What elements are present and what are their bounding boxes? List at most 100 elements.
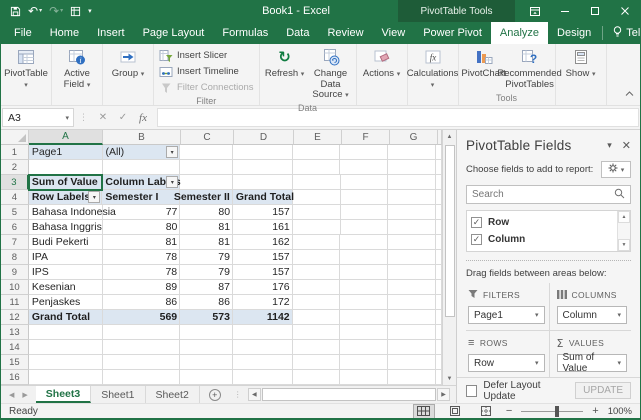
row-header-16[interactable]: 16	[1, 370, 29, 385]
area-chip-sum-of-value[interactable]: Sum of Value ▾	[556, 352, 627, 374]
save-icon[interactable]	[10, 6, 21, 17]
row-header-11[interactable]: 11	[1, 295, 29, 310]
customize-quick-access-icon[interactable]: ▾	[88, 8, 92, 15]
cell-F6[interactable]	[340, 220, 389, 235]
ribbon-button-pivottable[interactable]: PivotTable ▾	[3, 46, 49, 91]
cell-C9[interactable]: 79	[180, 265, 233, 280]
search-field[interactable]	[466, 185, 631, 204]
cell-A16[interactable]	[28, 370, 103, 385]
cell-D6[interactable]: 161	[233, 220, 293, 235]
area-chip-column[interactable]: Column ▾	[556, 306, 627, 324]
cell-C15[interactable]	[180, 355, 233, 370]
cell-B2[interactable]	[102, 160, 181, 175]
scroll-down-icon[interactable]: ▼	[443, 372, 456, 385]
cell-D8[interactable]: 157	[232, 250, 293, 265]
vertical-scrollbar[interactable]: ▲ ▼	[442, 130, 456, 385]
sheet-tab-sheet1[interactable]: Sheet1	[91, 386, 146, 403]
field-checkbox-column[interactable]: ✓	[471, 234, 482, 245]
tools-gear-button[interactable]: ▾	[601, 161, 631, 178]
cell-F10[interactable]	[340, 280, 389, 295]
vertical-scrollbar-thumb[interactable]	[444, 145, 455, 317]
ribbon-tab-analyze[interactable]: Analyze	[490, 22, 549, 44]
cell-filter-dropdown-icon[interactable]: ▾	[166, 176, 179, 188]
ribbon-tab-review[interactable]: Review	[318, 22, 372, 44]
ribbon-display-options-button[interactable]	[520, 0, 550, 22]
redo-icon[interactable]: ↷ ▾	[49, 5, 63, 17]
scroll-up-icon[interactable]: ▲	[443, 130, 456, 143]
row-header-13[interactable]: 13	[1, 325, 29, 340]
page-break-preview-button[interactable]	[475, 404, 497, 419]
ribbon-tab-insert[interactable]: Insert	[88, 22, 134, 44]
maximize-button[interactable]	[580, 0, 610, 22]
sheet-tab-sheet2[interactable]: Sheet2	[146, 386, 200, 403]
cell-B11[interactable]: 86	[102, 295, 181, 310]
cell-B9[interactable]: 78	[102, 265, 181, 280]
cell-G12[interactable]	[388, 310, 436, 325]
new-sheet-button[interactable]: +	[200, 386, 230, 403]
cell-B1[interactable]: (All) ▾	[102, 145, 181, 160]
cell-G9[interactable]	[388, 265, 436, 280]
insert-function-button[interactable]: fx	[133, 112, 153, 124]
sheet-nav-right-icon[interactable]: ▶	[22, 391, 27, 399]
cell-D13[interactable]	[232, 325, 293, 340]
cell-A11[interactable]: Penjaskes	[28, 295, 103, 310]
ribbon-button-group[interactable]: Group ▾	[105, 46, 151, 81]
cell-E7[interactable]	[292, 235, 341, 250]
cell-C5[interactable]: 80	[180, 205, 234, 220]
ribbon-tab-formulas[interactable]: Formulas	[213, 22, 277, 44]
cell-F13[interactable]	[340, 325, 389, 340]
row-header-12[interactable]: 12	[1, 310, 29, 325]
field-item-row[interactable]: ✓ Row	[471, 214, 617, 231]
cell-A3[interactable]: Sum of Value	[27, 174, 104, 191]
row-header-4[interactable]: 4	[1, 190, 29, 205]
cell-D1[interactable]	[232, 145, 293, 160]
cell-E15[interactable]	[292, 355, 341, 370]
zoom-slider[interactable]	[521, 405, 584, 417]
zoom-in-button[interactable]: +	[592, 405, 598, 417]
close-button[interactable]	[610, 0, 640, 22]
tell-me-button[interactable]: Tell me...	[605, 22, 640, 44]
cell-B10[interactable]: 89	[102, 280, 181, 295]
cell-A1[interactable]: Page1	[28, 145, 103, 160]
ribbon-button-actions[interactable]: Actions ▾	[359, 46, 405, 81]
row-header-14[interactable]: 14	[1, 340, 29, 355]
sheet-tab-sheet3[interactable]: Sheet3	[35, 386, 92, 403]
cell-D4[interactable]: Grand Total	[232, 190, 294, 205]
ribbon-button-recommended-pivottables[interactable]: ? Recommended PivotTables	[497, 46, 562, 90]
cell-filter-dropdown-icon[interactable]: ▾	[88, 191, 101, 203]
cell-C10[interactable]: 87	[180, 280, 233, 295]
ribbon-tab-page-layout[interactable]: Page Layout	[134, 22, 214, 44]
cell-D15[interactable]	[232, 355, 293, 370]
column-header-d[interactable]: D	[234, 130, 294, 145]
cell-G6[interactable]	[388, 220, 437, 235]
ribbon-button-calculations[interactable]: fx Calculations ▾	[407, 46, 458, 91]
cell-B6[interactable]: 80	[102, 220, 181, 235]
cell-A2[interactable]	[28, 160, 103, 175]
cell-A9[interactable]: IPS	[28, 265, 103, 280]
cell-B16[interactable]	[102, 370, 181, 385]
cell-A5[interactable]: Bahasa Indonesia	[28, 205, 116, 220]
cell-A13[interactable]	[28, 325, 103, 340]
column-header-e[interactable]: E	[294, 130, 342, 145]
row-header-10[interactable]: 10	[1, 280, 29, 295]
cell-D12[interactable]: 1142	[232, 310, 293, 325]
name-box[interactable]: A3 ▾	[2, 108, 74, 127]
ribbon-button-show[interactable]: Show ▾	[558, 46, 604, 81]
cell-G11[interactable]	[388, 295, 436, 310]
cell-G4[interactable]	[388, 190, 437, 205]
cell-F9[interactable]	[340, 265, 389, 280]
cell-filter-dropdown-icon[interactable]: ▾	[166, 146, 179, 158]
cell-E13[interactable]	[292, 325, 341, 340]
scroll-right-icon[interactable]: ▶	[437, 388, 450, 401]
zoom-out-button[interactable]: −	[506, 405, 512, 417]
cell-E1[interactable]	[292, 145, 341, 160]
touch-mode-icon[interactable]	[70, 6, 81, 17]
sheet-nav-left-icon[interactable]: ◀	[9, 391, 14, 399]
ribbon-tab-data[interactable]: Data	[277, 22, 318, 44]
cell-C8[interactable]: 79	[180, 250, 233, 265]
cell-D11[interactable]: 172	[232, 295, 293, 310]
row-header-3[interactable]: 3	[1, 175, 29, 190]
cell-D7[interactable]: 162	[232, 235, 293, 250]
field-checkbox-row[interactable]: ✓	[471, 217, 482, 228]
cell-F11[interactable]	[340, 295, 389, 310]
